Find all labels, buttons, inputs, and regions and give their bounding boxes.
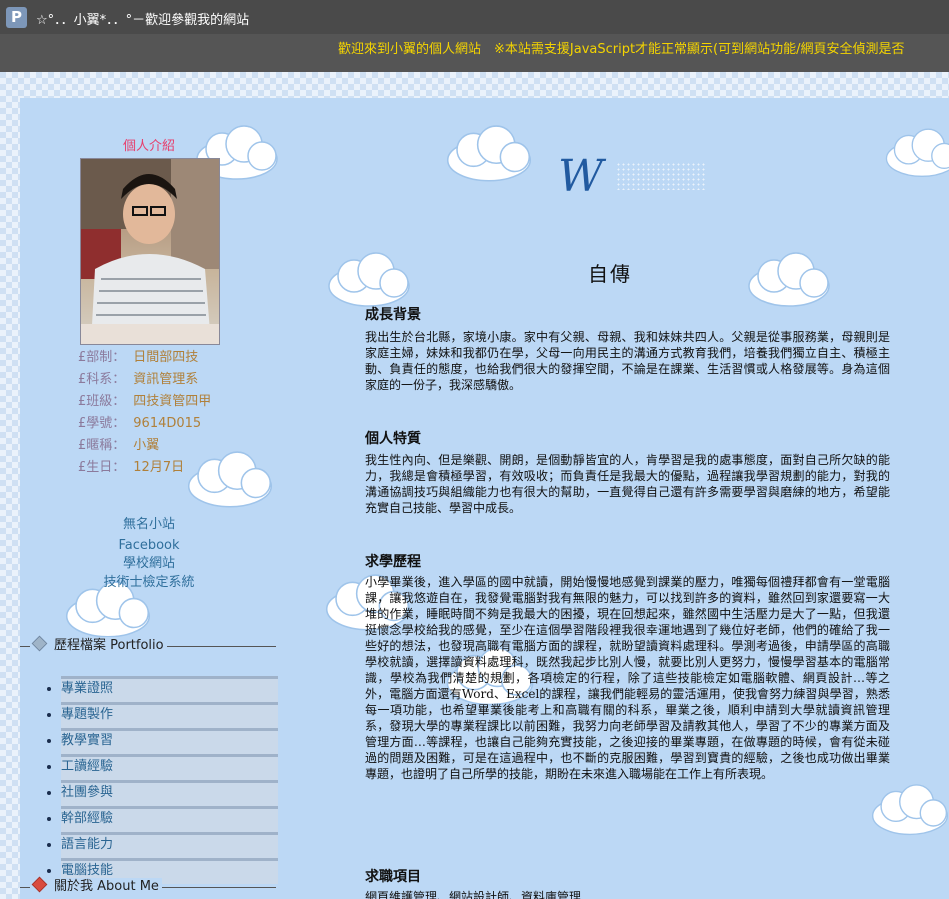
info-row: £生日： 12月7日 [78,457,211,479]
section-heading: 求學歷程 [365,554,421,570]
info-value: 9614D015 [133,416,202,431]
page-title: 自傳 [588,262,632,286]
info-list: £部制： 日間部四技 £科系： 資訊管理系 £班級： 四技資管四甲 £學號： 9614D… [78,347,211,479]
list-item: 幹部經驗 [61,806,278,832]
external-links: 無名小站 Facebook 學校網站 技術士檢定系統 [20,514,278,593]
info-value: 四技資管四甲 [133,394,212,409]
link-school[interactable]: 學校網站 [20,556,278,572]
info-row: £學號： 9614D015 [78,413,211,435]
info-value: 資訊管理系 [133,372,199,387]
list-item: 專業證照 [61,676,278,702]
info-row: £部制： 日間部四技 [78,347,211,369]
window-title: ☆°．．小翼*．．°－歡迎參觀我的網站 [36,13,250,28]
portfolio-link[interactable]: 社團參與 [61,785,113,800]
list-item: 語言能力 [61,832,278,858]
info-row: £科系： 資訊管理系 [78,369,211,391]
portfolio-link[interactable]: 電腦技能 [61,863,113,878]
link-facebook[interactable]: Facebook [20,535,278,556]
portfolio-title-wrap: 歷程檔案 Portfolio [30,635,167,655]
info-value: 日間部四技 [133,350,199,365]
info-row: £暱稱： 小翼 [78,435,211,457]
app-icon: P [6,7,27,28]
list-item: 專題製作 [61,702,278,728]
section-heading: 求職項目 [365,869,421,885]
window-titlebar: P ☆°．．小翼*．．°－歡迎參觀我的網站 [0,0,949,34]
portfolio-link[interactable]: 語言能力 [61,837,113,852]
portfolio-list: 專業證照 專題製作 教學實習 工讀經驗 社團參與 幹部經驗 語言能力 電腦技能 [42,676,278,884]
about-header: 關於我 About Me [20,876,276,896]
info-label: £部制： [78,350,126,365]
portfolio-link[interactable]: 專題製作 [61,707,113,722]
main-content: W 自傳 成長背景 我出生於台北縣，家境小康。家中有父親、母親、我和妹妹共四人。… [280,98,949,899]
logo-dots [616,162,706,190]
cube-icon [31,876,48,893]
logo: W [558,151,604,202]
info-value: 12月7日 [133,460,185,475]
portfolio-link[interactable]: 工讀經驗 [61,759,113,774]
section-body: 我出生於台北縣，家境小康。家中有父親、母親、我和妹妹共四人。父親是從事服務業，母… [365,330,890,392]
section-body: 我生性內向、但是樂觀、開朗，是個動靜皆宜的人，肯學習是我的處事態度，面對自己所欠… [365,453,890,515]
about-title-wrap: 關於我 About Me [30,876,162,896]
list-item: 工讀經驗 [61,754,278,780]
cube-icon [31,635,48,652]
about-title: 關於我 About Me [54,879,159,894]
section-body: 網頁維護管理、網站設計師、資料庫管理 [365,890,582,899]
link-skills-exam[interactable]: 技術士檢定系統 [20,572,278,593]
info-label: £學號： [78,416,126,431]
portfolio-link[interactable]: 專業證照 [61,681,113,696]
link-wretch[interactable]: 無名小站 [20,514,278,535]
section-body: 小學畢業後，進入學區的國中就讀，開始慢慢地感覺到課業的壓力，唯獨每個禮拜都會有一… [365,575,890,781]
avatar [80,158,220,345]
section-heading: 成長背景 [365,307,421,323]
marquee-text: 歡迎來到小翼的個人網站 ※本站需支援JavaScript才能正常顯示(可到網站功… [338,42,905,57]
portfolio-link[interactable]: 幹部經驗 [61,811,113,826]
info-label: £生日： [78,460,126,475]
info-label: £暱稱： [78,438,126,453]
section-heading: 個人特質 [365,431,421,447]
portfolio-link[interactable]: 教學實習 [61,733,113,748]
marquee-bar: 歡迎來到小翼的個人網站 ※本站需支援JavaScript才能正常顯示(可到網站功… [0,34,949,72]
profile-title: 個人介紹 [122,139,175,154]
info-label: £科系： [78,372,126,387]
info-row: £班級： 四技資管四甲 [78,391,211,413]
page-body: 個人介紹 £部制： 日間部四技 £科系： 資訊管理系 £班級： 四技資管四甲 £學號：… [20,98,949,899]
list-item: 教學實習 [61,728,278,754]
info-label: £班級： [78,394,126,409]
info-value: 小翼 [133,438,160,453]
sidebar: 個人介紹 £部制： 日間部四技 £科系： 資訊管理系 £班級： 四技資管四甲 £學號：… [20,98,280,899]
list-item: 社團參與 [61,780,278,806]
profile-photo-icon [81,159,219,344]
portfolio-header: 歷程檔案 Portfolio [20,635,276,655]
portfolio-title: 歷程檔案 Portfolio [54,638,164,653]
